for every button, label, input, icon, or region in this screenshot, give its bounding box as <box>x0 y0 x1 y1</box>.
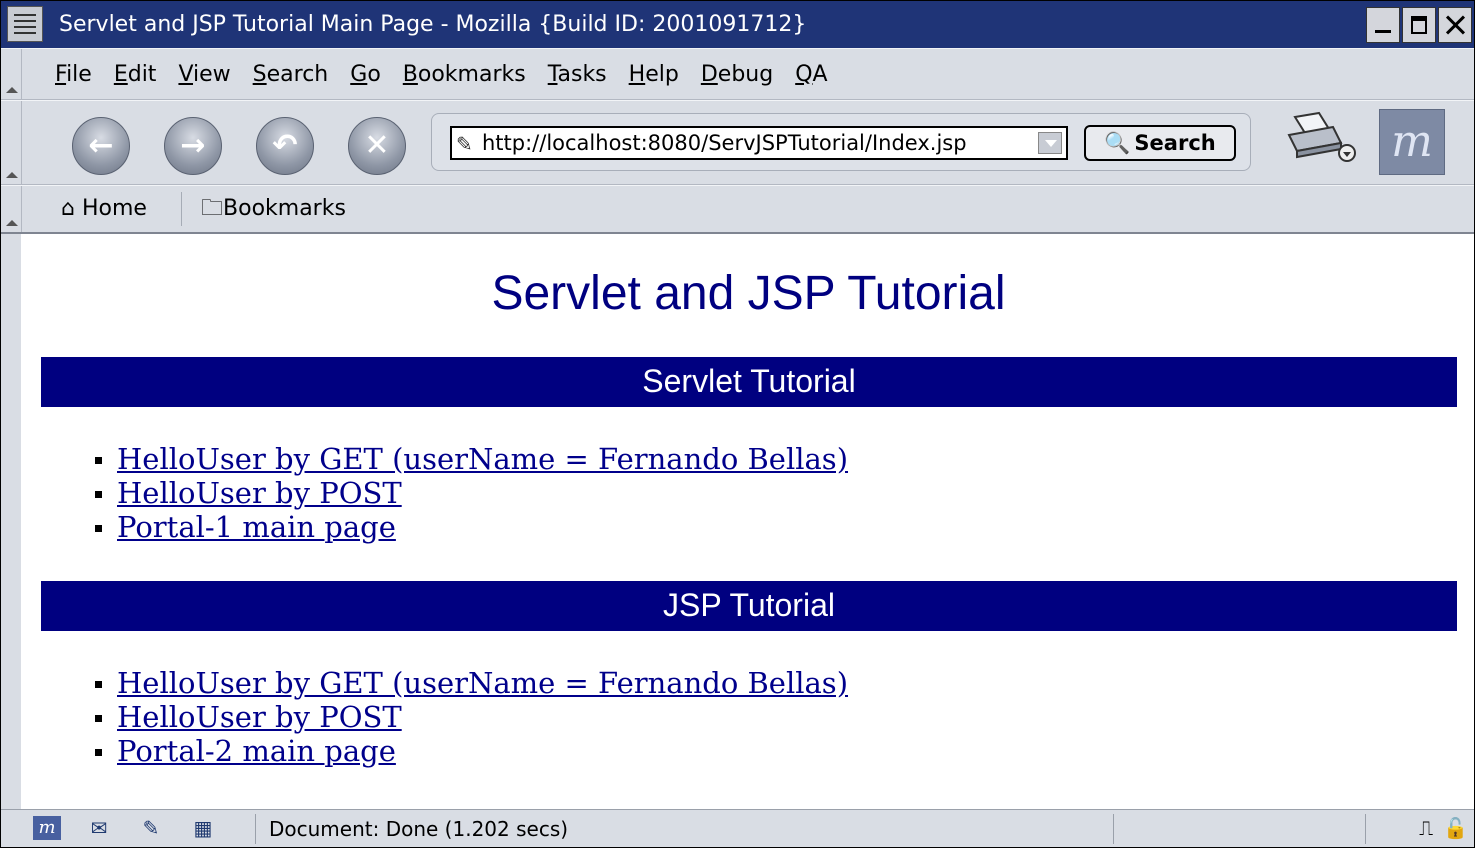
menu-go[interactable]: Go <box>350 62 381 87</box>
close-button[interactable] <box>1438 7 1472 43</box>
url-dropdown-button[interactable] <box>1038 132 1062 154</box>
security-lock-icon[interactable]: 🔓 <box>1443 816 1468 840</box>
section-heading-servlet: Servlet Tutorial <box>41 357 1457 407</box>
reload-button[interactable]: ↶ <box>256 117 314 175</box>
composer-icon[interactable]: ✎ <box>137 816 165 840</box>
folder-icon: 🗀 <box>201 196 224 221</box>
servlet-link-list: HelloUser by GET (userName = Fernando Be… <box>94 442 848 544</box>
navigator-icon[interactable]: m <box>33 816 61 840</box>
stop-button[interactable]: ✕ <box>348 117 406 175</box>
personal-toolbar: ⌂ Home 🗀Bookmarks <box>1 185 1474 234</box>
mail-icon[interactable]: ✉ <box>85 816 113 840</box>
url-text[interactable]: http://localhost:8080/ServJSPTutorial/In… <box>482 128 967 158</box>
list-item: HelloUser by GET (userName = Fernando Be… <box>94 666 848 700</box>
page-content[interactable]: Servlet and JSP Tutorial Servlet Tutoria… <box>21 234 1474 809</box>
page-proxy-icon[interactable]: ✎ <box>456 132 473 156</box>
list-item: HelloUser by GET (userName = Fernando Be… <box>94 442 848 476</box>
link-portal-1[interactable]: Portal-1 main page <box>117 510 396 544</box>
url-input[interactable]: ✎ http://localhost:8080/ServJSPTutorial/… <box>450 126 1068 160</box>
status-separator <box>255 814 256 844</box>
menu-file[interactable]: File <box>55 62 92 87</box>
online-status-icon[interactable]: ⎍ <box>1419 816 1433 840</box>
list-item: Portal-1 main page <box>94 510 848 544</box>
magnifier-icon: 🔍 <box>1104 131 1131 155</box>
window-title: Servlet and JSP Tutorial Main Page - Moz… <box>59 12 807 37</box>
forward-button[interactable]: → <box>164 117 222 175</box>
menu-bookmarks[interactable]: Bookmarks <box>403 62 526 87</box>
collapse-grip-icon[interactable] <box>1 49 22 99</box>
window-controls <box>1366 7 1472 43</box>
collapse-grip-icon[interactable] <box>1 186 22 232</box>
minimize-button[interactable] <box>1366 7 1400 43</box>
search-button[interactable]: 🔍 Search <box>1084 125 1236 161</box>
browser-window: Servlet and JSP Tutorial Main Page - Moz… <box>0 0 1475 848</box>
reload-icon: ↶ <box>272 128 298 163</box>
bookmarks-button[interactable]: 🗀Bookmarks <box>201 186 346 232</box>
maximize-button[interactable] <box>1402 7 1436 43</box>
page-title: Servlet and JSP Tutorial <box>491 267 1006 320</box>
print-icon[interactable] <box>1285 109 1357 165</box>
link-portal-2[interactable]: Portal-2 main page <box>117 734 396 768</box>
navigation-toolbar: ← → ↶ ✕ ✎ http://localhost:8080/ServJSPT… <box>1 100 1474 185</box>
search-button-label: Search <box>1134 131 1216 155</box>
mozilla-throbber-icon[interactable]: m <box>1379 109 1445 175</box>
list-item: HelloUser by POST <box>94 700 848 734</box>
menu-edit[interactable]: Edit <box>114 62 157 87</box>
section-heading-jsp: JSP Tutorial <box>41 581 1457 631</box>
toolbar-separator <box>181 192 182 226</box>
collapse-grip-icon[interactable] <box>1 101 22 184</box>
link-hellouser-post[interactable]: HelloUser by POST <box>117 476 402 510</box>
link-hellouser-get[interactable]: HelloUser by GET (userName = Fernando Be… <box>117 442 848 476</box>
status-separator <box>1113 814 1114 844</box>
link-hellouser-get[interactable]: HelloUser by GET (userName = Fernando Be… <box>117 666 848 700</box>
status-text: Document: Done (1.202 secs) <box>269 817 569 841</box>
back-arrow-icon: ← <box>88 128 114 163</box>
home-icon: ⌂ <box>61 196 75 221</box>
menu-help[interactable]: Help <box>629 62 679 87</box>
menu-debug[interactable]: Debug <box>701 62 773 87</box>
status-separator <box>1365 814 1366 844</box>
menu-tasks[interactable]: Tasks <box>548 62 607 87</box>
menu-qa[interactable]: QA <box>795 62 827 87</box>
address-book-icon[interactable]: ▦ <box>189 816 217 840</box>
menu-search[interactable]: Search <box>253 62 329 87</box>
home-button[interactable]: ⌂ Home <box>61 186 147 232</box>
link-hellouser-post[interactable]: HelloUser by POST <box>117 700 402 734</box>
list-item: HelloUser by POST <box>94 476 848 510</box>
url-toolbar: ✎ http://localhost:8080/ServJSPTutorial/… <box>431 113 1251 171</box>
stop-icon: ✕ <box>364 128 390 163</box>
list-item: Portal-2 main page <box>94 734 848 768</box>
home-label: Home <box>81 196 147 221</box>
menu-bar: File Edit View Search Go Bookmarks Tasks… <box>1 48 1474 100</box>
forward-arrow-icon: → <box>180 128 206 163</box>
status-bar: m ✉ ✎ ▦ Document: Done (1.202 secs) ⎍ 🔓 <box>1 809 1474 847</box>
bookmarks-label: Bookmarks <box>223 196 346 221</box>
title-bar[interactable]: Servlet and JSP Tutorial Main Page - Moz… <box>1 1 1474 48</box>
jsp-link-list: HelloUser by GET (userName = Fernando Be… <box>94 666 848 768</box>
system-menu-icon[interactable] <box>7 6 43 42</box>
menu-view[interactable]: View <box>178 62 230 87</box>
back-button[interactable]: ← <box>72 117 130 175</box>
